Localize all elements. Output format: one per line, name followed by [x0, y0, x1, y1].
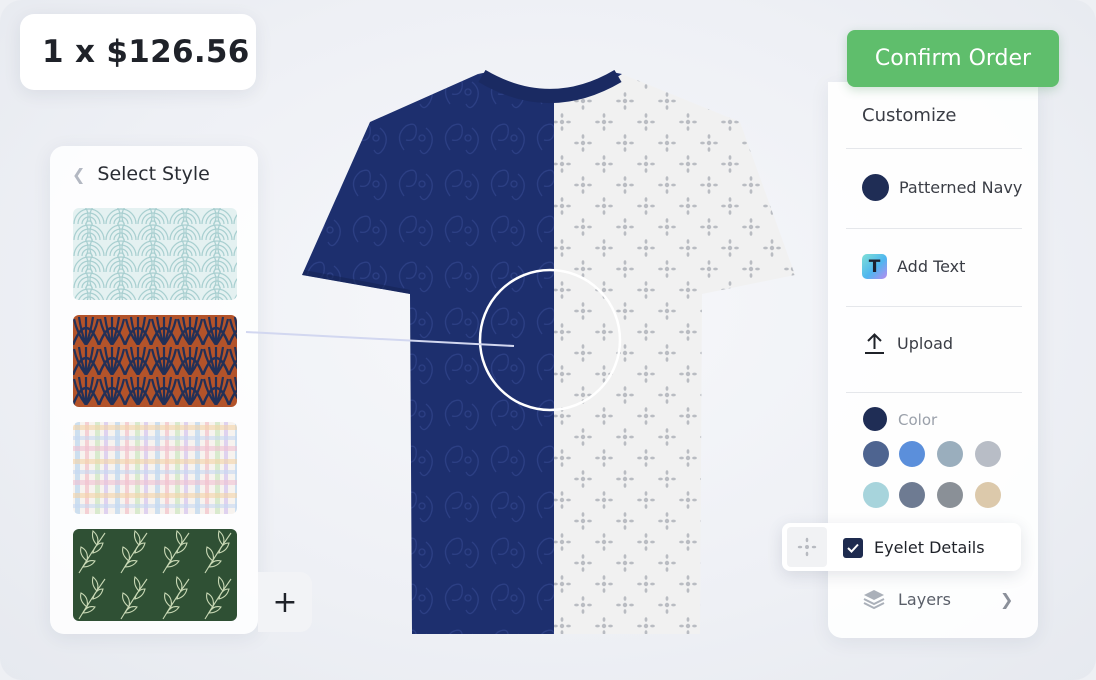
art-deco-fans-pattern	[73, 315, 237, 407]
style-swatch-seigaiha-waves[interactable]	[73, 208, 237, 300]
check-icon	[847, 543, 859, 553]
layers-label: Layers	[898, 589, 951, 609]
divider	[846, 392, 1022, 393]
chevron-left-icon[interactable]: ❮	[72, 165, 85, 184]
order-price: 1 x $126.56	[42, 34, 250, 70]
color-label: Color	[898, 411, 938, 429]
style-swatch-pastel-plaid[interactable]	[73, 422, 237, 514]
menu-item-label: Patterned Navy	[899, 178, 1023, 197]
layers-button[interactable]: Layers	[862, 588, 951, 610]
menu-item-upload[interactable]: Upload	[862, 331, 953, 356]
menu-item-patterned-navy[interactable]: Patterned Navy	[862, 174, 1022, 201]
color-option-1[interactable]	[863, 441, 889, 467]
style-panel-header: ❮ Select Style	[72, 163, 210, 185]
style-swatch-art-deco-fans[interactable]	[73, 315, 237, 407]
eyelet-checkbox[interactable]	[843, 538, 863, 558]
eyelet-label: Eyelet Details	[874, 538, 985, 557]
menu-item-label: Upload	[897, 334, 954, 353]
chevron-right-icon[interactable]: ❯	[1000, 590, 1013, 609]
upload-icon	[865, 333, 884, 354]
seigaiha-waves-pattern	[73, 208, 237, 300]
layers-icon	[863, 590, 885, 610]
color-option-4[interactable]	[975, 441, 1001, 467]
price-card: 1 x $126.56	[20, 14, 256, 90]
navy-swatch-icon	[862, 174, 889, 201]
confirm-order-button[interactable]: Confirm Order	[847, 30, 1059, 87]
eyelet-thumbnail	[787, 527, 827, 567]
tshirt-preview	[302, 70, 795, 634]
color-option-3[interactable]	[937, 441, 963, 467]
color-option-7[interactable]	[937, 482, 963, 508]
eyelet-details-option[interactable]: Eyelet Details	[782, 523, 1021, 571]
plus-icon: +	[272, 584, 298, 620]
style-panel: ❮ Select Style	[50, 146, 258, 634]
menu-item-add-text[interactable]: T Add Text	[862, 254, 965, 279]
product-customizer: 1 x $126.56 ❮ Select Style + Customize P…	[0, 0, 1096, 680]
pastel-plaid-pattern	[73, 422, 237, 514]
style-swatch-botanical-leaves[interactable]	[73, 529, 237, 621]
color-option-8[interactable]	[975, 482, 1001, 508]
customize-title: Customize	[862, 105, 957, 126]
divider	[846, 148, 1022, 149]
eyelet-pattern-icon	[797, 537, 817, 557]
color-option-6[interactable]	[899, 482, 925, 508]
botanical-leaves-pattern	[73, 529, 237, 621]
divider	[846, 228, 1022, 229]
menu-item-label: Add Text	[897, 257, 966, 276]
style-panel-title: Select Style	[97, 163, 210, 185]
color-option-5[interactable]	[863, 482, 889, 508]
text-tool-icon: T	[862, 254, 887, 279]
selected-color-swatch	[863, 407, 887, 431]
divider	[846, 306, 1022, 307]
color-option-2[interactable]	[899, 441, 925, 467]
